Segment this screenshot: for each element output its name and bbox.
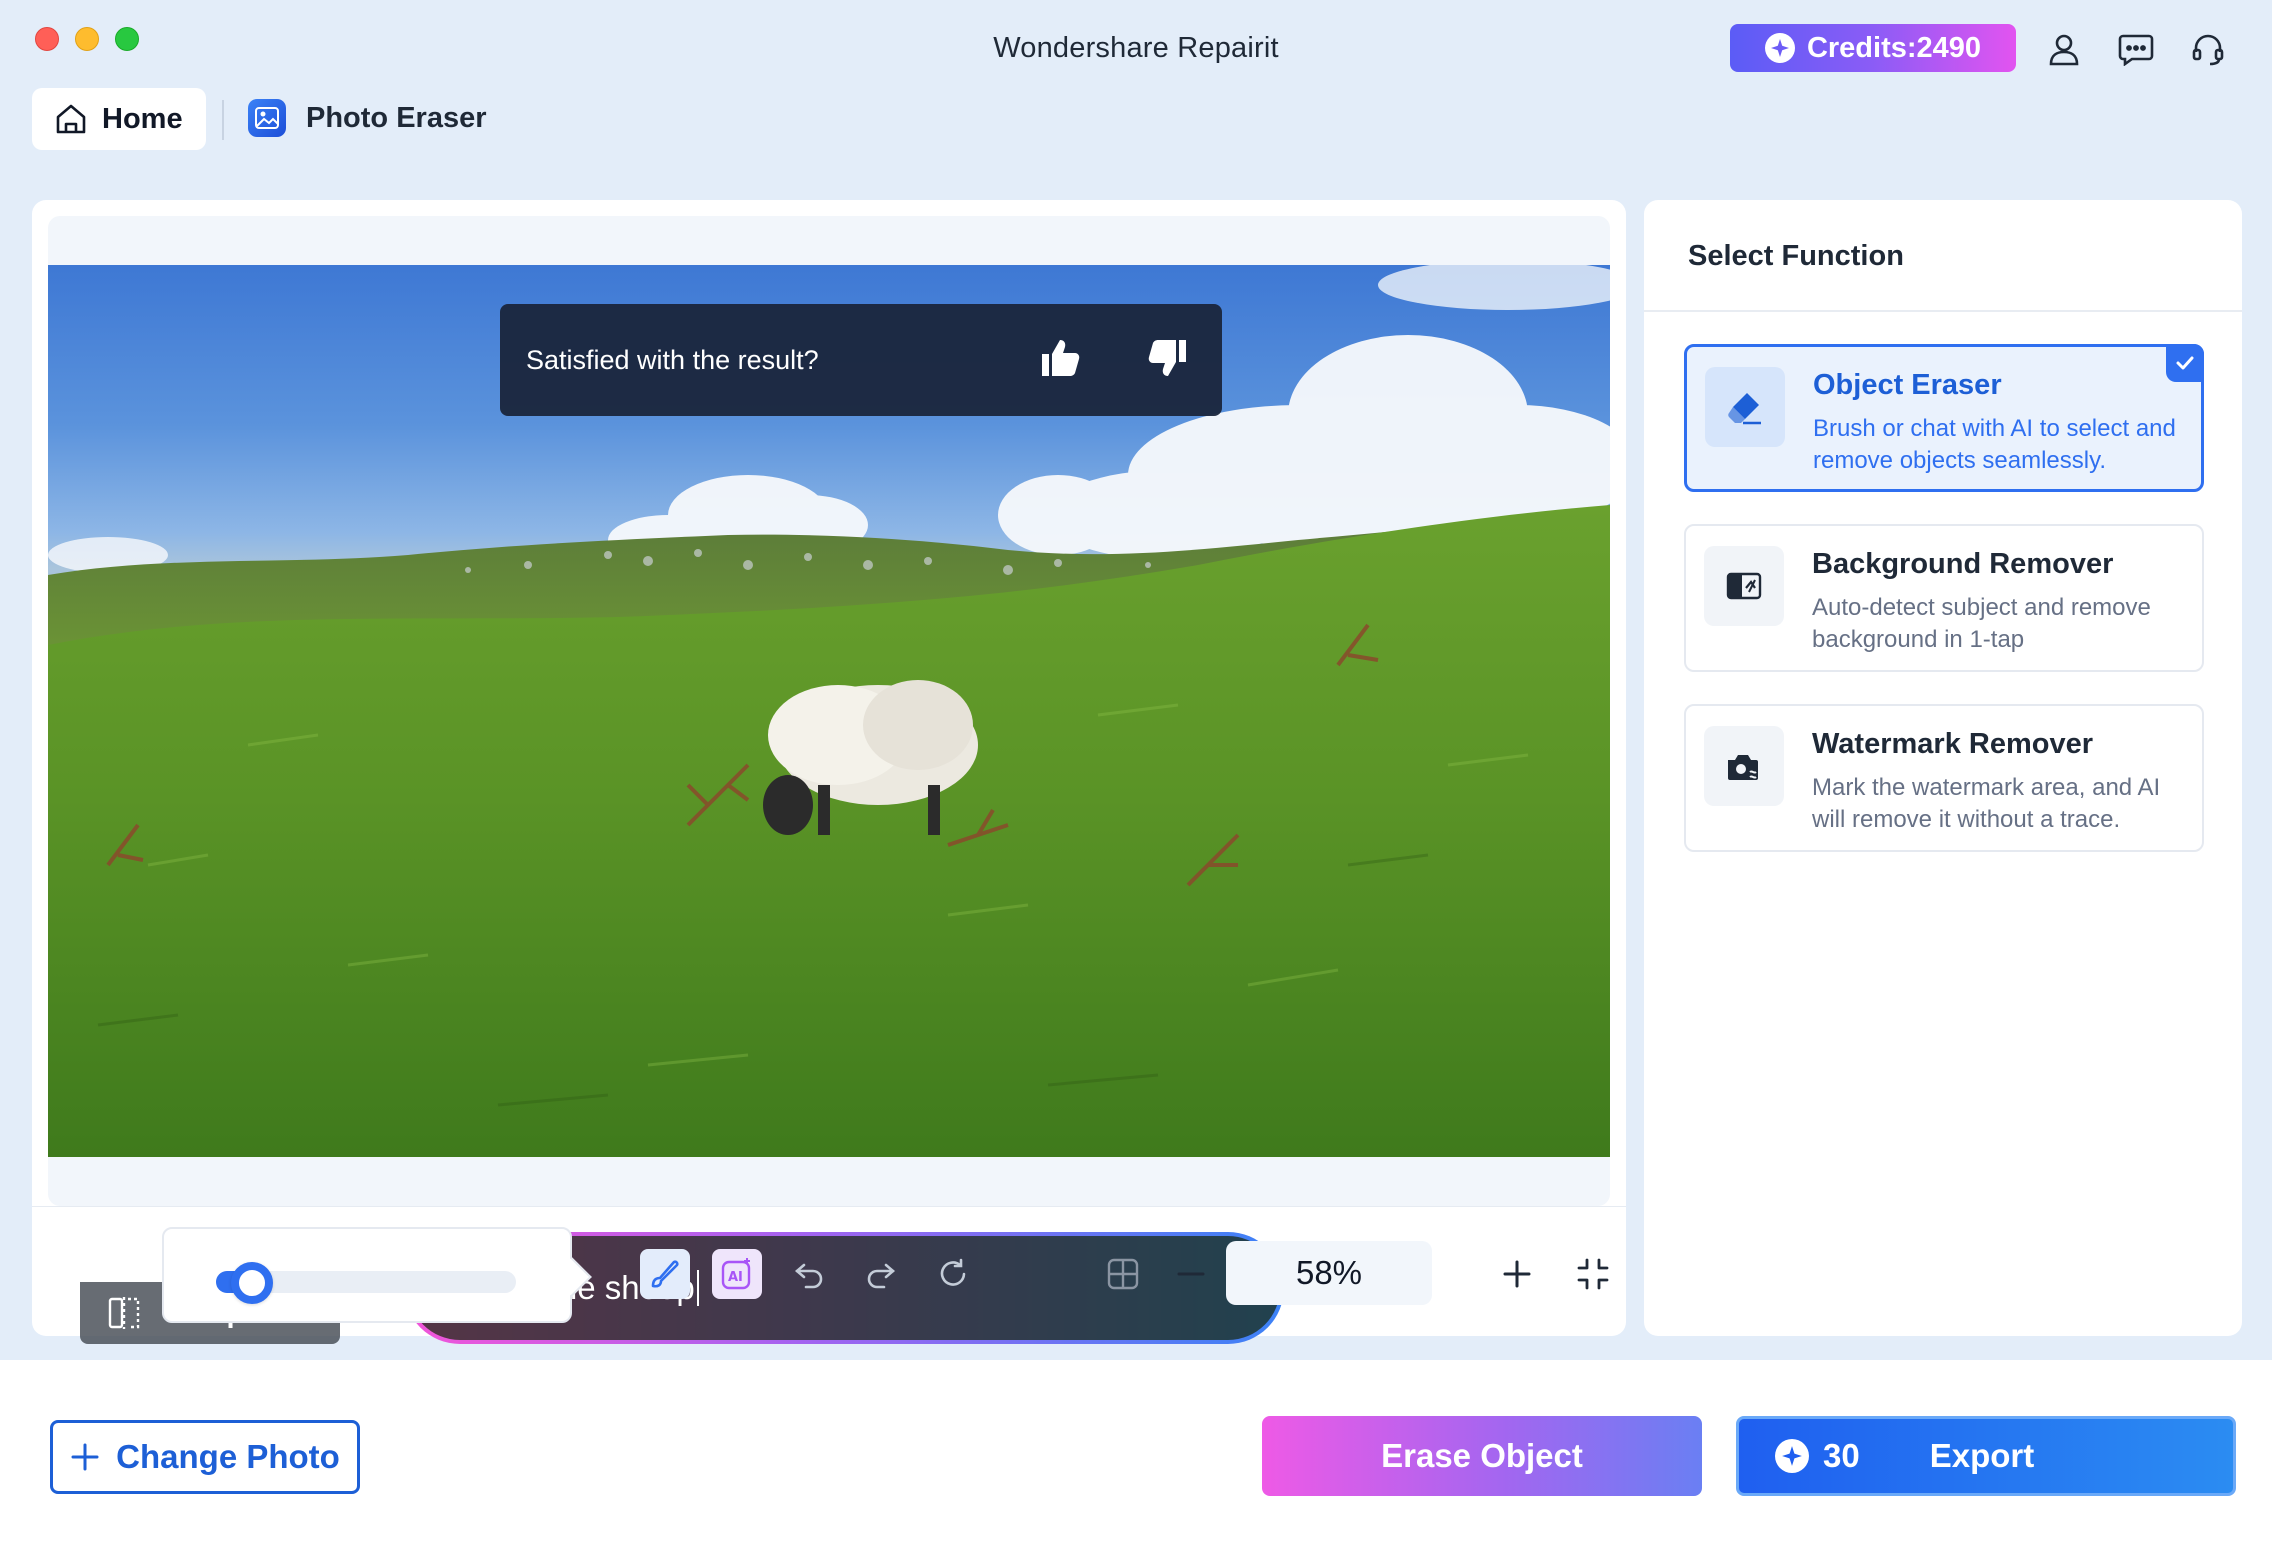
- title-bar: Wondershare Repairit Credits:2490: [0, 0, 2272, 100]
- function-panel-divider: [1644, 310, 2242, 312]
- app-window: Wondershare Repairit Credits:2490 Home P…: [0, 0, 2272, 1552]
- erase-object-button[interactable]: Erase Object: [1262, 1416, 1702, 1496]
- background-remove-icon: [1704, 546, 1784, 626]
- bottom-action-bar: Change Photo Erase Object 30 Export: [0, 1360, 2272, 1552]
- tab-divider: [222, 100, 224, 140]
- plus-icon: [71, 1443, 99, 1471]
- function-description: Brush or chat with AI to select and remo…: [1813, 415, 2176, 474]
- eraser-icon: [1705, 367, 1785, 447]
- editor-toolbar: AI 58%: [32, 1206, 1626, 1336]
- function-panel: Select Function Object Eraser Brush or c…: [1644, 200, 2242, 1336]
- undo-button[interactable]: [784, 1249, 834, 1299]
- home-tab[interactable]: Home: [32, 88, 206, 150]
- zoom-out-button[interactable]: [1166, 1249, 1216, 1299]
- credits-button[interactable]: Credits:2490: [1730, 24, 2016, 72]
- erase-object-label: Erase Object: [1381, 1437, 1583, 1474]
- split-view-button[interactable]: [1098, 1249, 1148, 1299]
- canvas-area[interactable]: Satisfied with the result?: [48, 216, 1610, 1206]
- refresh-icon: [940, 1258, 966, 1286]
- function-name: Object Eraser: [1813, 369, 2002, 401]
- selected-check-icon: [2166, 344, 2204, 382]
- feedback-question: Satisfied with the result?: [526, 344, 819, 375]
- function-card-object-eraser[interactable]: Object Eraser Brush or chat with AI to s…: [1684, 344, 2204, 492]
- photo-eraser-tab-label: Photo Eraser: [306, 101, 487, 134]
- change-photo-button[interactable]: Change Photo: [50, 1420, 360, 1494]
- svg-text:AI: AI: [728, 1270, 743, 1285]
- thumbs-up-icon: [1042, 340, 1080, 376]
- undo-icon: [795, 1263, 823, 1289]
- function-description: Mark the watermark area, and AI will rem…: [1812, 774, 2161, 833]
- split-view-icon: [1107, 1258, 1139, 1290]
- spark-icon: [1775, 1439, 1809, 1473]
- redo-icon: [867, 1263, 895, 1289]
- spark-icon: [1764, 33, 1795, 63]
- function-name: Watermark Remover: [1812, 728, 2093, 760]
- export-cost: 30: [1823, 1437, 1860, 1474]
- function-card-background-remover[interactable]: Background Remover Auto-detect subject a…: [1684, 524, 2204, 672]
- function-card-watermark-remover[interactable]: Watermark Remover Mark the watermark are…: [1684, 704, 2204, 852]
- workspace-card: Satisfied with the result? AI 58%: [32, 200, 1626, 1344]
- export-label: Export: [1929, 1437, 2035, 1474]
- thumbs-down-button[interactable]: [1144, 334, 1192, 382]
- image-icon: [248, 99, 286, 137]
- redo-button[interactable]: [856, 1249, 906, 1299]
- zoom-in-button[interactable]: [1492, 1249, 1542, 1299]
- brush-size-handle[interactable]: [231, 1262, 273, 1304]
- change-photo-label: Change Photo: [116, 1438, 340, 1475]
- brush-tool-button[interactable]: [640, 1249, 690, 1299]
- home-tab-label: Home: [102, 102, 183, 135]
- function-description: Auto-detect subject and remove backgroun…: [1812, 594, 2151, 653]
- function-panel-title: Select Function: [1688, 240, 1904, 272]
- zoom-level[interactable]: 58%: [1226, 1241, 1432, 1305]
- ai-select-button[interactable]: AI: [712, 1249, 762, 1299]
- brush-size-panel: [162, 1227, 572, 1323]
- user-icon[interactable]: [2043, 28, 2085, 70]
- minus-icon: [1177, 1272, 1205, 1276]
- thumbs-up-button[interactable]: [1036, 334, 1084, 382]
- thumbs-down-icon: [1148, 340, 1186, 376]
- credits-label: Credits:2490: [1806, 31, 1982, 64]
- chat-icon[interactable]: [2115, 28, 2157, 70]
- export-button[interactable]: 30 Export: [1736, 1416, 2236, 1496]
- brush-icon: [651, 1260, 679, 1288]
- watermark-icon: [1704, 726, 1784, 806]
- fit-screen-button[interactable]: [1568, 1249, 1618, 1299]
- feedback-banner: Satisfied with the result?: [500, 304, 1222, 416]
- reset-button[interactable]: [928, 1249, 978, 1299]
- headset-icon[interactable]: [2187, 28, 2229, 70]
- collapse-icon: [1577, 1258, 1609, 1290]
- ai-select-icon: AI: [721, 1258, 751, 1290]
- photo-eraser-tab[interactable]: Photo Eraser: [248, 96, 487, 140]
- home-icon: [56, 104, 86, 134]
- function-name: Background Remover: [1812, 548, 2114, 580]
- plus-icon: [1503, 1260, 1531, 1288]
